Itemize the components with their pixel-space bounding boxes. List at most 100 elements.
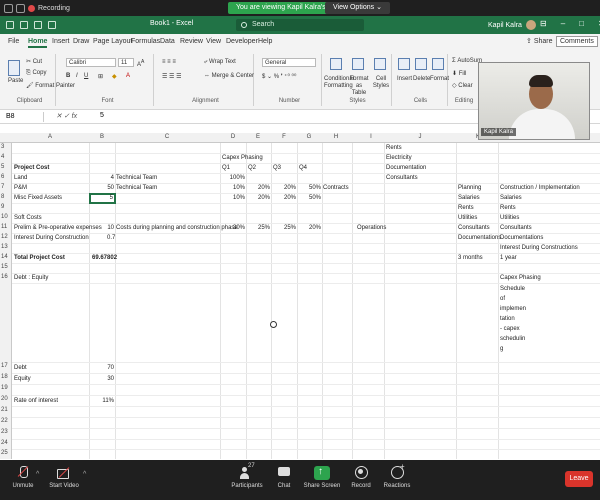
column-header-g[interactable]: G [307, 134, 312, 140]
reactions-button[interactable]: Reactions [382, 462, 412, 489]
underline-icon[interactable]: U [84, 73, 88, 79]
save-icon[interactable] [20, 21, 28, 29]
fill-color-icon[interactable]: ◆ [112, 73, 117, 80]
cell-g7[interactable]: 50% [298, 184, 321, 192]
view-options-button[interactable]: View Options ⌄ [325, 2, 390, 14]
column-header-j[interactable]: J [419, 134, 422, 140]
currency-icon[interactable]: $ ⌄ % ❜ ⁺⁰ ⁰⁰ [262, 73, 296, 80]
tab-data[interactable]: Data [160, 38, 175, 45]
comments-button[interactable]: Comments [556, 36, 598, 47]
merge-center-button[interactable]: ⇔ Merge & Center [204, 73, 254, 79]
row-header[interactable]: 16 [1, 274, 8, 280]
info-icon[interactable] [16, 3, 25, 13]
cell-l7[interactable]: Construction / Implementation [500, 184, 580, 192]
row-header[interactable]: 10 [1, 214, 8, 220]
format-as-table-icon[interactable] [352, 58, 364, 70]
cell-d6[interactable]: 100% [221, 174, 245, 182]
cell-k11[interactable]: Consultants [458, 224, 490, 232]
number-format-select[interactable]: General [262, 58, 316, 67]
row-header[interactable]: 24 [1, 440, 8, 446]
row-header[interactable]: 22 [1, 418, 8, 424]
clear-button[interactable]: ◇ Clear [452, 82, 473, 89]
row-header[interactable]: 21 [1, 407, 8, 413]
cell-j6[interactable]: Consultants [386, 174, 418, 182]
conditional-formatting-icon[interactable] [330, 58, 342, 70]
cell-k7[interactable]: Planning [458, 184, 481, 192]
presenter-video[interactable]: Kapil Kalra [478, 62, 590, 140]
start-video-button[interactable]: Start Video [46, 466, 82, 489]
row-header[interactable]: 11 [1, 224, 7, 230]
share-screen-button[interactable]: Share Screen [303, 466, 341, 489]
maximize-icon[interactable]: □ [579, 19, 584, 28]
redo-icon[interactable] [48, 21, 56, 29]
cell-a7[interactable]: P&M [14, 184, 27, 192]
row-header[interactable]: 17 [1, 363, 8, 369]
cell-a12[interactable]: Interest During Construction [14, 234, 89, 242]
column-header-a[interactable]: A [48, 134, 52, 140]
row-header[interactable]: 14 [1, 254, 8, 260]
cell-l13[interactable]: Interest During Constructions [500, 244, 578, 252]
cell-k10[interactable]: Utilities [458, 214, 477, 222]
row-header[interactable]: 20 [1, 396, 8, 402]
row-header[interactable]: 25 [1, 450, 8, 456]
cell-b12[interactable]: 0.7 [107, 234, 115, 242]
autosave-icon[interactable] [6, 21, 14, 29]
row-header[interactable]: 18 [1, 374, 8, 380]
tab-home[interactable]: Home [28, 38, 48, 48]
chevron-up-icon[interactable]: ^ [36, 471, 39, 478]
cell-l16-wrap[interactable]: Schedule [500, 285, 525, 293]
row-header[interactable]: 23 [1, 429, 8, 435]
cell-a20[interactable]: Rate onf interest [14, 397, 58, 405]
cell-l10[interactable]: Utilities [500, 214, 519, 222]
column-header-e[interactable]: E [256, 134, 260, 140]
cell-f5[interactable]: Q3 [273, 164, 281, 172]
row-header[interactable]: 13 [1, 244, 8, 250]
font-size-select[interactable]: 11 [118, 58, 134, 67]
cell-c11[interactable]: Costs during planning and construction p… [116, 224, 238, 232]
cell-a6[interactable]: Land [14, 174, 27, 182]
cell-d4[interactable]: Capex Phasing [222, 154, 263, 162]
tab-formulas[interactable]: Formulas [131, 38, 160, 45]
insert-cells-icon[interactable] [398, 58, 410, 70]
cell-l16-wrap[interactable]: implemen [500, 305, 526, 313]
tab-help[interactable]: Help [258, 38, 272, 45]
column-header-i[interactable]: I [370, 134, 372, 140]
cell-b7[interactable]: 50 [90, 184, 114, 192]
undo-icon[interactable] [34, 21, 42, 29]
cell-l8[interactable]: Salaries [500, 194, 522, 202]
cell-l16-wrap[interactable]: of [500, 295, 505, 303]
cell-a8[interactable]: Misc Fixed Assets [14, 194, 62, 202]
cell-a5[interactable]: Project Cost [14, 164, 49, 172]
column-header-h[interactable]: H [334, 134, 338, 140]
cell-l11[interactable]: Consultants [500, 224, 532, 232]
cell-e5[interactable]: Q2 [248, 164, 256, 172]
cell-e11[interactable]: 25% [247, 224, 270, 232]
cell-k12[interactable]: Documentations [458, 234, 501, 242]
cell-a17[interactable]: Debt [14, 364, 27, 372]
column-header-b[interactable]: B [100, 134, 104, 140]
cell-h7[interactable]: Contracts [323, 184, 349, 192]
row-header[interactable]: 15 [1, 264, 8, 270]
formula-input[interactable]: 5 [100, 112, 104, 119]
cell-j5[interactable]: Documentation [386, 164, 426, 172]
wrap-text-button[interactable]: ⤶ Wrap Text [204, 59, 236, 66]
cut-button[interactable]: ✂ Cut [26, 58, 42, 65]
cell-b20[interactable]: 11% [90, 397, 114, 405]
cell-d7[interactable]: 10% [221, 184, 245, 192]
cell-d5[interactable]: Q1 [222, 164, 230, 172]
row-header[interactable]: 9 [1, 204, 4, 210]
cell-a18[interactable]: Equity [14, 375, 31, 383]
name-box[interactable]: B8 [4, 112, 44, 122]
cell-a14[interactable]: Total Project Cost [14, 254, 65, 262]
cell-l12[interactable]: Documentations [500, 234, 543, 242]
cell-g11[interactable]: 20% [298, 224, 321, 232]
cell-a16[interactable]: Debt : Equity [14, 274, 48, 282]
cell-k9[interactable]: Rents [458, 204, 474, 212]
font-family-select[interactable]: Calibri [66, 58, 116, 67]
cell-e8[interactable]: 20% [247, 194, 270, 202]
cell-g8[interactable]: 50% [298, 194, 321, 202]
cell-l16-wrap[interactable]: schedulin [500, 335, 525, 343]
tab-page-layout[interactable]: Page Layout [93, 38, 132, 45]
align-top-icon[interactable]: ≡ ≡ ≡ [162, 59, 176, 65]
tab-file[interactable]: File [8, 38, 19, 45]
